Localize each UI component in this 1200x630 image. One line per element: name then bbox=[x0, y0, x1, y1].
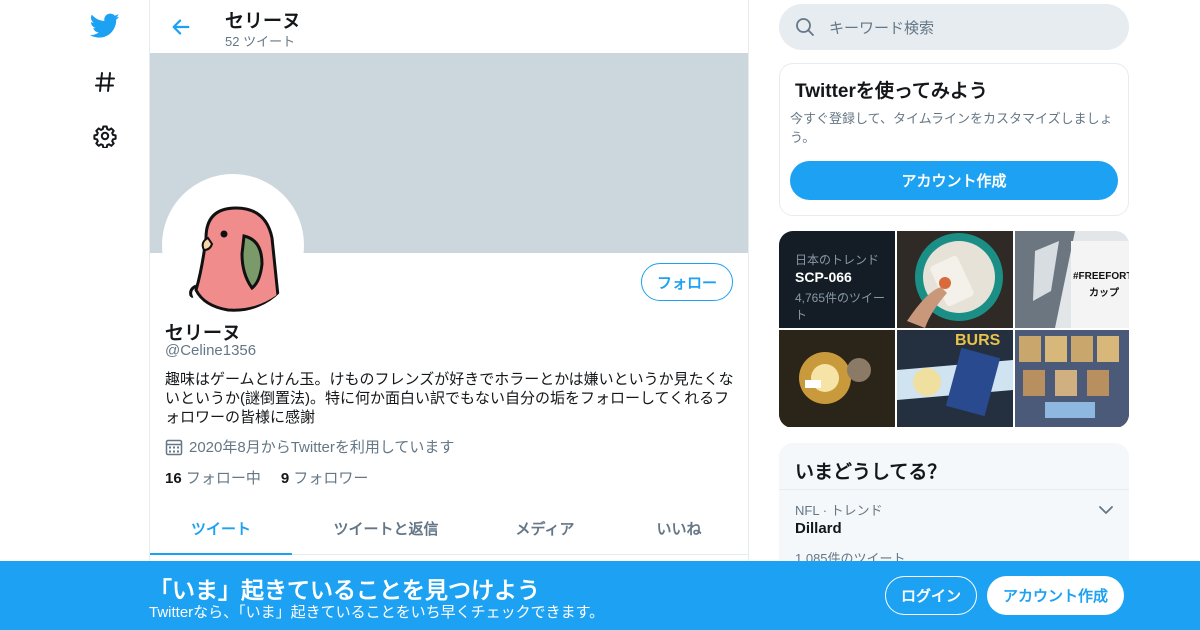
create-account-button[interactable]: アカウント作成 bbox=[790, 161, 1118, 200]
followers-count: 9 bbox=[280, 470, 290, 487]
trend-tile-count: 4,765件のツイート bbox=[795, 291, 886, 322]
media-thumb-game-2[interactable]: BURS bbox=[897, 330, 1013, 427]
burst-text: BURS bbox=[955, 332, 1001, 349]
fortnite-title: #FREEFORTNITE bbox=[1073, 271, 1129, 282]
signup-title: Twitterを使ってみよう bbox=[795, 81, 988, 102]
trend-media-grid[interactable]: 日本のトレンド SCP-066 4,765件のツイート #FREEFORTNIT… bbox=[779, 231, 1129, 428]
profile-bio: 趣味はゲームとけん玉。けものフレンズが好きでホラーとかは嫌いというか見たくないと… bbox=[165, 371, 734, 426]
search-icon bbox=[796, 18, 814, 36]
search-input[interactable]: キーワード検索 bbox=[829, 17, 934, 38]
joined-date: 2020年8月からTwitterを利用しています bbox=[165, 436, 454, 457]
calendar-icon bbox=[165, 439, 183, 455]
followers-link[interactable]: 9 フォロワー bbox=[281, 467, 369, 488]
divider bbox=[779, 489, 1129, 490]
header-name: セリーヌ bbox=[225, 11, 302, 32]
card-game-image bbox=[1015, 330, 1129, 427]
search-box[interactable]: キーワード検索 bbox=[779, 4, 1129, 50]
profile-column: セリーヌ 52 ツイート フォロー セリーヌ @Celine1356 趣味はゲー… bbox=[149, 0, 749, 630]
signup-prompt-bar: 「いま」起きていることを見つけよう Twitterなら、「いま」起きていることを… bbox=[0, 561, 1200, 630]
tab-likes[interactable]: いいね bbox=[610, 503, 748, 554]
follow-button[interactable]: フォロー bbox=[641, 263, 733, 301]
back-arrow-icon[interactable] bbox=[166, 12, 196, 42]
joined-text: 2020年8月からTwitterを利用しています bbox=[189, 439, 455, 456]
profile-tabs: ツイート ツイートと返信 メディア いいね bbox=[150, 503, 748, 555]
follow-stats: 16 フォロー中 9 フォロワー bbox=[165, 467, 388, 488]
signup-card: Twitterを使ってみよう 今すぐ登録して、タイムラインをカスタマイズしましょ… bbox=[779, 63, 1129, 216]
login-button[interactable]: ログイン bbox=[885, 576, 977, 615]
tab-tweets-and-replies[interactable]: ツイートと返信 bbox=[292, 503, 480, 554]
profile-header: セリーヌ 52 ツイート bbox=[150, 0, 748, 53]
whats-happening-title: いまどうしてる？ bbox=[795, 462, 947, 483]
trend-name[interactable]: Dillard bbox=[795, 520, 842, 537]
twitter-bird-icon[interactable] bbox=[90, 11, 120, 41]
media-thumb-game-3[interactable] bbox=[1015, 330, 1129, 427]
bottom-bar-title: 「いま」起きていることを見つけよう bbox=[149, 577, 540, 603]
avatar[interactable] bbox=[162, 174, 304, 316]
gear-icon[interactable] bbox=[90, 121, 120, 151]
followers-label: フォロワー bbox=[293, 470, 369, 487]
header-tweet-count: 52 ツイート bbox=[225, 34, 296, 49]
following-count: 16 bbox=[165, 470, 182, 487]
tab-tweets[interactable]: ツイート bbox=[150, 503, 292, 555]
trend-tile[interactable]: 日本のトレンド SCP-066 4,765件のツイート bbox=[779, 231, 895, 328]
tab-media[interactable]: メディア bbox=[480, 503, 610, 554]
game-screenshot-image bbox=[779, 330, 895, 427]
chevron-down-icon[interactable] bbox=[1097, 501, 1115, 519]
trend-tile-topic: SCP-066 bbox=[795, 269, 852, 285]
bottom-create-account-button[interactable]: アカウント作成 bbox=[987, 576, 1124, 615]
trend-tile-label: 日本のトレンド bbox=[795, 253, 880, 267]
fortnite-subtitle: カップ bbox=[1089, 288, 1119, 299]
kendama-image bbox=[897, 231, 1013, 328]
following-link[interactable]: 16 フォロー中 bbox=[165, 467, 261, 488]
media-thumb-fortnite[interactable]: #FREEFORTNITE カップ bbox=[1015, 231, 1129, 328]
signup-description: 今すぐ登録して、タイムラインをカスタマイズしましょう。 bbox=[790, 111, 1113, 145]
profile-handle: @Celine1356 bbox=[165, 342, 257, 359]
following-label: フォロー中 bbox=[185, 470, 261, 487]
media-thumb-kendama[interactable] bbox=[897, 231, 1013, 328]
trend-meta: NFL · トレンド bbox=[795, 503, 883, 518]
media-thumb-game-1[interactable] bbox=[779, 330, 895, 427]
hashtag-icon[interactable] bbox=[90, 67, 120, 97]
bottom-bar-subtitle: Twitterなら、「いま」起きていることをいち早くチェックできます。 bbox=[149, 604, 605, 621]
parrot-avatar-image bbox=[166, 178, 300, 312]
profile-name: セリーヌ bbox=[165, 323, 242, 344]
